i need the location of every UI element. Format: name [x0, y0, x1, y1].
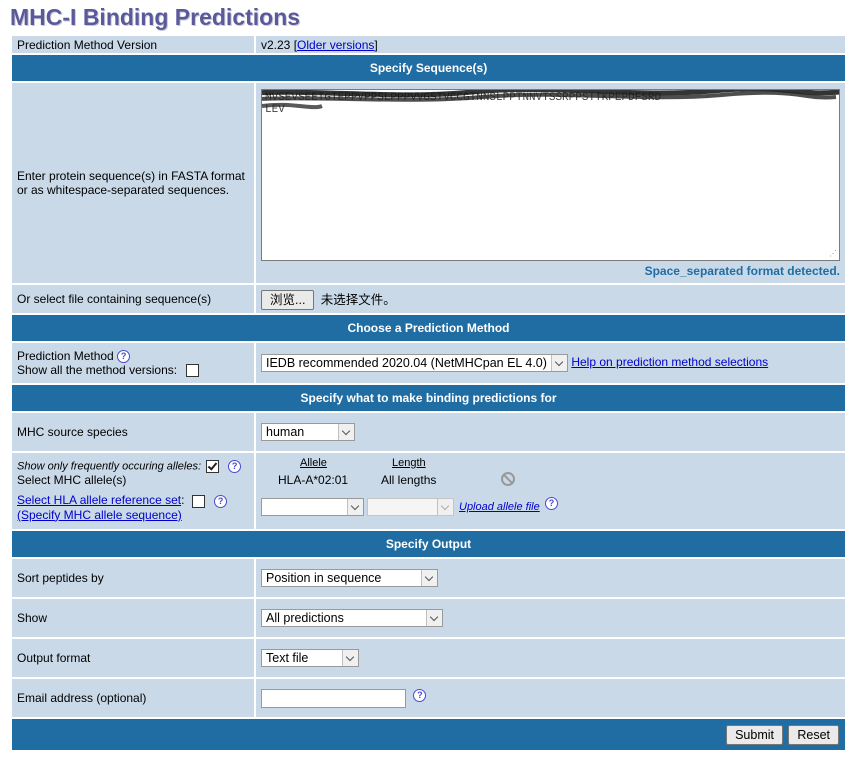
sequence-input-cell: MVSEVSEETGTEPPVPPSLPPPVVGSTVCCGTNNSLPPTN…: [254, 81, 847, 285]
sequence-header-text: Specify Sequence(s): [10, 53, 847, 83]
method-select-value: IEDB recommended 2020.04 (NetMHCpan EL 4…: [266, 356, 547, 370]
frequent-alleles-checkbox[interactable]: [206, 460, 220, 474]
version-cell: v2.23 [Older versions]: [254, 34, 847, 55]
species-select[interactable]: human: [261, 423, 355, 441]
selected-allele-value: HLA-A*02:01: [278, 473, 349, 487]
allele-species-select[interactable]: [261, 498, 364, 516]
chevron-down-icon: [342, 650, 358, 666]
show-row: Show All predictions: [10, 597, 847, 639]
reference-set-checkbox[interactable]: [191, 494, 205, 508]
no-file-text: 未选择文件。: [320, 292, 396, 307]
format-cell: Text file: [254, 637, 847, 679]
sequence-input-label: Enter protein sequence(s) in FASTA forma…: [10, 81, 256, 285]
method-label-cell: Prediction Method ? Show all the method …: [10, 341, 256, 385]
sequence-textarea[interactable]: MVSEVSEETGTEPPVPPSLPPPVVGSTVCCGTNNSLPPTN…: [261, 89, 840, 261]
format-label: Output format: [10, 637, 256, 679]
sequence-label-line1: Enter protein sequence(s) in FASTA forma…: [17, 169, 245, 183]
frequent-alleles-label: Show only frequently occuring alleles:: [17, 460, 202, 473]
method-section-header: Choose a Prediction Method: [10, 313, 847, 343]
bracket-close: ]: [374, 37, 378, 52]
allele-cell: Allele Length HLA-A*02:01 All lengths Up…: [254, 451, 847, 531]
select-allele-label: Select MHC allele(s): [17, 473, 127, 488]
length-column-header: Length: [392, 457, 426, 469]
sort-select[interactable]: Position in sequence: [261, 569, 438, 587]
email-help-icon[interactable]: ?: [413, 688, 427, 702]
format-select[interactable]: Text file: [261, 649, 359, 667]
prediction-form: Prediction Method Version v2.23 [Older v…: [10, 34, 847, 752]
method-select[interactable]: IEDB recommended 2020.04 (NetMHCpan EL 4…: [261, 354, 568, 372]
selected-length-value: All lengths: [381, 473, 437, 487]
allele-label-cell: Show only frequently occuring alleles: ?…: [10, 451, 256, 531]
redaction-scribble: [262, 90, 839, 110]
form-footer: Submit Reset: [10, 717, 847, 752]
method-header-text: Choose a Prediction Method: [10, 313, 847, 343]
allele-length-select[interactable]: [367, 498, 454, 516]
method-label: Prediction Method: [17, 348, 114, 363]
sequence-label-line2: or as whitespace-separated sequences.: [17, 183, 230, 197]
chevron-down-icon: [338, 424, 354, 440]
resize-grip-icon[interactable]: ⋰: [829, 251, 837, 259]
method-help-link[interactable]: Help on prediction method selections: [571, 355, 768, 369]
chevron-down-icon: [551, 355, 567, 371]
chevron-down-icon: [421, 570, 437, 586]
browse-button[interactable]: 浏览...: [261, 289, 315, 310]
allele-row: Show only frequently occuring alleles: ?…: [10, 451, 847, 531]
reference-set-link[interactable]: Select HLA allele reference set: [17, 493, 181, 507]
reference-set-help-icon[interactable]: ?: [214, 494, 228, 508]
footer-cell: Submit Reset: [10, 717, 847, 752]
remove-allele-icon[interactable]: [501, 472, 515, 486]
submit-button[interactable]: Submit: [726, 724, 783, 745]
page-title: MHC-I Binding Predictions: [10, 4, 301, 30]
version-label: Prediction Method Version: [10, 34, 256, 55]
method-help-icon[interactable]: ?: [117, 350, 131, 363]
format-row: Output format Text file: [10, 637, 847, 679]
email-input[interactable]: [261, 688, 406, 708]
show-versions-checkbox[interactable]: [186, 364, 200, 378]
method-row: Prediction Method ? Show all the method …: [10, 341, 847, 385]
show-select-value: All predictions: [266, 611, 344, 625]
allele-column-header: Allele: [300, 457, 327, 469]
chevron-down-icon: [437, 499, 453, 515]
upload-help-icon[interactable]: ?: [545, 497, 558, 510]
sequence-input-row: Enter protein sequence(s) in FASTA forma…: [10, 81, 847, 285]
reset-button[interactable]: Reset: [788, 724, 839, 745]
specify-allele-sequence-link[interactable]: (Specify MHC allele sequence): [17, 508, 182, 522]
sequence-section-header: Specify Sequence(s): [10, 53, 847, 83]
frequent-help-icon[interactable]: ?: [228, 460, 242, 474]
show-select[interactable]: All predictions: [261, 609, 443, 627]
binding-section-header: Specify what to make binding predictions…: [10, 383, 847, 413]
chevron-down-icon: [426, 610, 442, 626]
email-row: Email address (optional) ?: [10, 677, 847, 719]
file-cell: 浏览... 未选择文件。: [254, 283, 847, 315]
species-select-value: human: [266, 425, 305, 439]
species-row: MHC source species human: [10, 411, 847, 453]
show-label: Show: [10, 597, 256, 639]
version-row: Prediction Method Version v2.23 [Older v…: [10, 34, 847, 55]
show-cell: All predictions: [254, 597, 847, 639]
binding-header-text: Specify what to make binding predictions…: [10, 383, 847, 413]
older-versions-link[interactable]: Older versions: [297, 38, 374, 52]
email-label: Email address (optional): [10, 677, 256, 719]
species-label: MHC source species: [10, 411, 256, 453]
sort-cell: Position in sequence: [254, 557, 847, 599]
upload-allele-file-link[interactable]: Upload allele file: [459, 501, 540, 513]
species-cell: human: [254, 411, 847, 453]
format-detected-text: Space_separated format detected.: [644, 264, 840, 278]
reference-set-colon: :: [181, 493, 185, 508]
format-select-value: Text file: [266, 651, 309, 665]
sort-row: Sort peptides by Position in sequence: [10, 557, 847, 599]
method-cell: IEDB recommended 2020.04 (NetMHCpan EL 4…: [254, 341, 847, 385]
email-cell: ?: [254, 677, 847, 719]
sort-label: Sort peptides by: [10, 557, 256, 599]
output-section-header: Specify Output: [10, 529, 847, 559]
file-row: Or select file containing sequence(s) 浏览…: [10, 283, 847, 315]
version-number: v2.23: [261, 37, 291, 52]
sort-select-value: Position in sequence: [266, 571, 382, 585]
output-header-text: Specify Output: [10, 529, 847, 559]
file-label: Or select file containing sequence(s): [10, 283, 256, 315]
show-versions-label: Show all the method versions:: [17, 363, 178, 377]
chevron-down-icon: [347, 499, 363, 515]
